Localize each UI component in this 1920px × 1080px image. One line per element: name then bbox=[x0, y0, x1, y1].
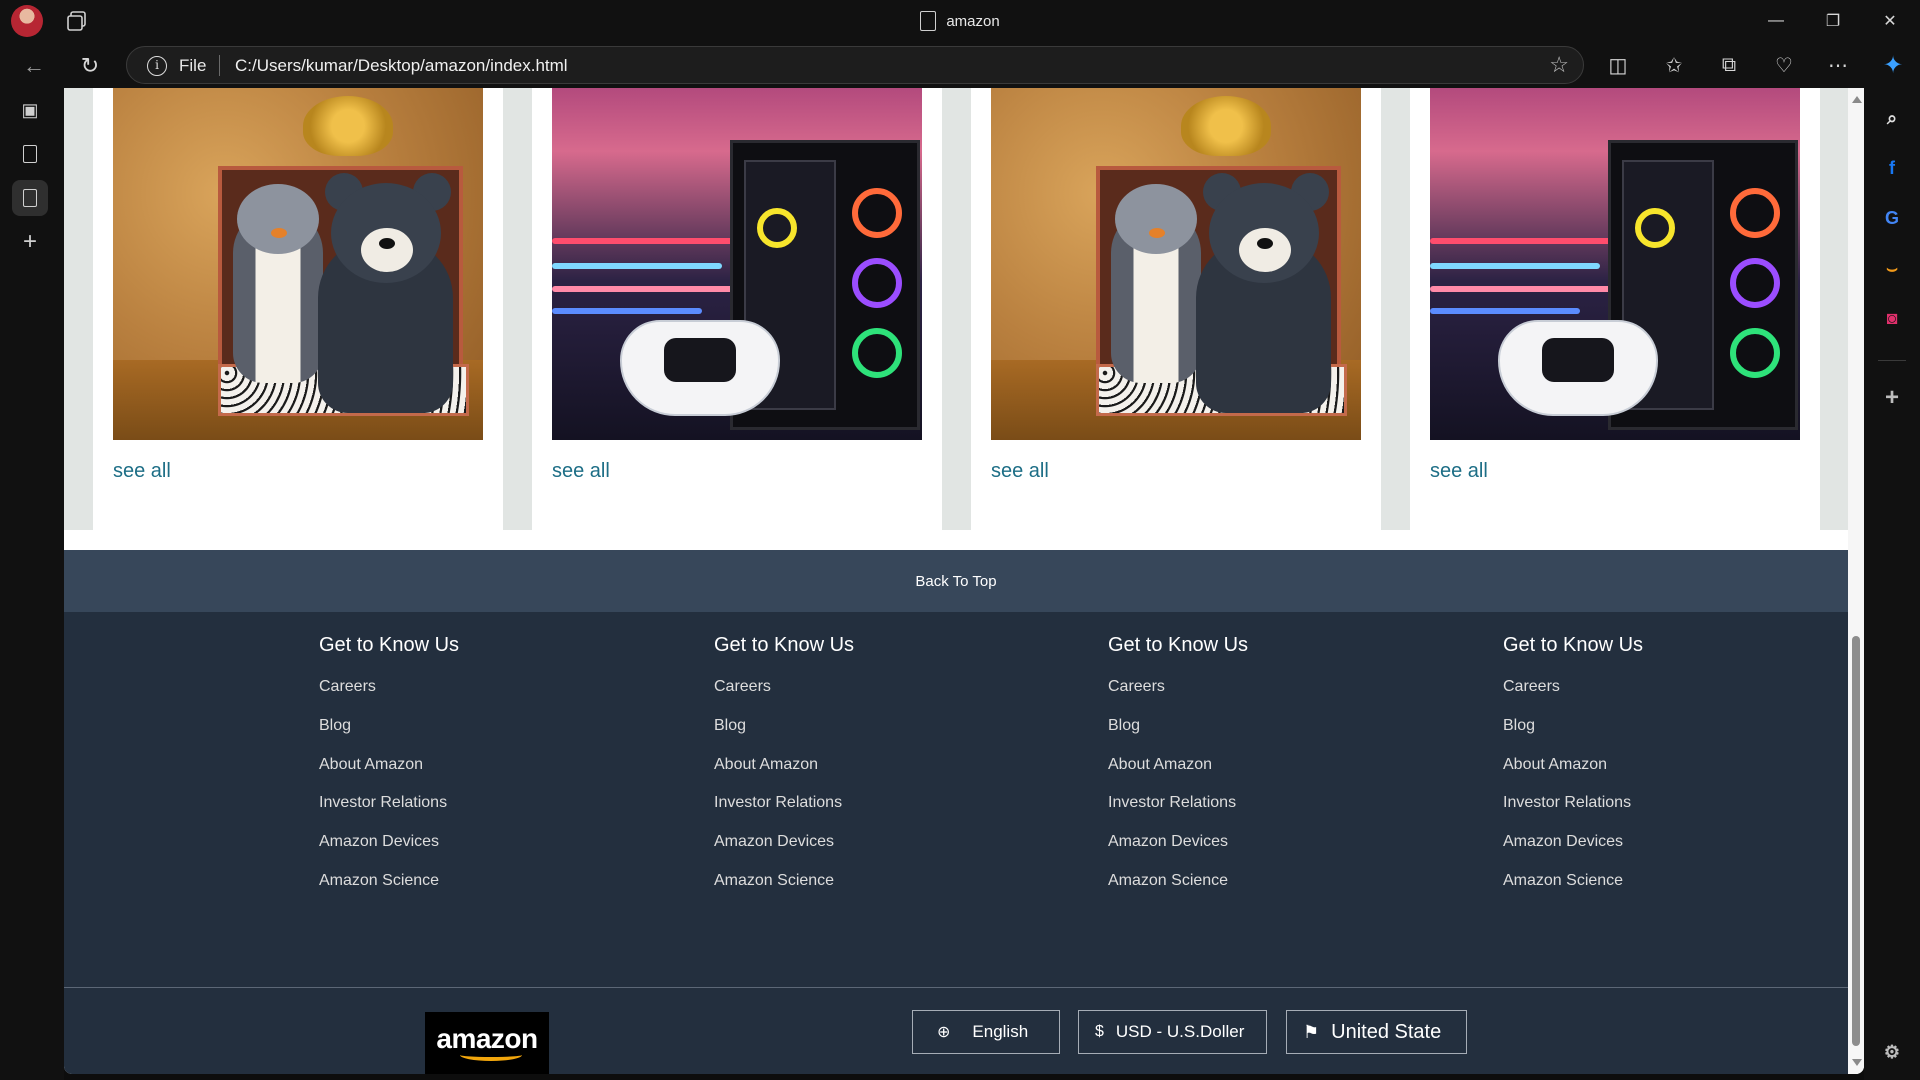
page-icon bbox=[920, 11, 937, 31]
footer-link-careers[interactable]: Careers bbox=[714, 678, 771, 696]
favorites-icon[interactable]: ✩ bbox=[1659, 50, 1689, 80]
close-window-button[interactable]: ✕ bbox=[1862, 0, 1918, 42]
footer-column-heading: Get to Know Us bbox=[319, 634, 460, 656]
product-card: see all bbox=[93, 88, 503, 530]
amazon-smile-icon bbox=[460, 1049, 522, 1061]
more-menu-icon[interactable]: ⋯ bbox=[1823, 50, 1853, 80]
product-card: see all bbox=[1410, 88, 1820, 530]
footer-link-investor-relations[interactable]: Investor Relations bbox=[319, 794, 447, 812]
address-scheme: File bbox=[179, 56, 207, 75]
footer-link-about-amazon[interactable]: About Amazon bbox=[1503, 756, 1607, 774]
currency-label: USD - U.S.Doller bbox=[1115, 1022, 1245, 1041]
see-all-link[interactable]: see all bbox=[113, 460, 171, 483]
footer-link-amazon-devices[interactable]: Amazon Devices bbox=[1108, 833, 1228, 851]
sidebar-settings-gear-icon[interactable]: ⚙ bbox=[1878, 1038, 1906, 1066]
product-card-strip: see all see all see all see all bbox=[64, 88, 1848, 530]
tab-actions-icon[interactable]: ▣ bbox=[12, 92, 48, 128]
site-info-icon[interactable]: i bbox=[147, 56, 167, 76]
collections-icon[interactable]: ⧉ bbox=[1714, 50, 1744, 80]
search-icon[interactable]: ⌕ bbox=[1878, 104, 1906, 132]
plush-toys-image[interactable] bbox=[113, 88, 483, 440]
google-icon[interactable]: G bbox=[1878, 204, 1906, 232]
facebook-icon[interactable]: f bbox=[1878, 154, 1906, 182]
footer-column-heading: Get to Know Us bbox=[1503, 634, 1644, 656]
footer-link-amazon-science[interactable]: Amazon Science bbox=[1503, 872, 1623, 890]
edge-sidebar: ⌕ f G ⌣ ◙ + ⚙ bbox=[1864, 88, 1920, 1080]
country-selector-button[interactable]: ⚑ United State bbox=[1286, 1010, 1467, 1054]
footer-column-heading: Get to Know Us bbox=[714, 634, 855, 656]
scroll-down-arrow-icon[interactable] bbox=[1852, 1059, 1862, 1066]
footer-link-about-amazon[interactable]: About Amazon bbox=[714, 756, 818, 774]
page-viewport: see all see all see all see all Back To … bbox=[64, 88, 1864, 1074]
page-scrollbar[interactable] bbox=[1848, 88, 1864, 1074]
restore-button[interactable]: ❐ bbox=[1805, 0, 1861, 42]
sidebar-divider bbox=[1878, 360, 1906, 361]
scroll-up-arrow-icon[interactable] bbox=[1852, 96, 1862, 103]
footer-link-about-amazon[interactable]: About Amazon bbox=[1108, 756, 1212, 774]
gaming-pc-image[interactable] bbox=[1430, 88, 1800, 440]
footer-link-careers[interactable]: Careers bbox=[1108, 678, 1165, 696]
footer-link-careers[interactable]: Careers bbox=[319, 678, 376, 696]
favorite-star-icon[interactable]: ☆ bbox=[1549, 52, 1569, 78]
browser-essentials-icon[interactable]: ♡ bbox=[1769, 50, 1799, 80]
footer-link-investor-relations[interactable]: Investor Relations bbox=[714, 794, 842, 812]
address-url[interactable]: C:/Users/kumar/Desktop/amazon/index.html bbox=[235, 56, 568, 76]
product-card: see all bbox=[532, 88, 942, 530]
footer-link-careers[interactable]: Careers bbox=[1503, 678, 1560, 696]
refresh-icon[interactable]: ↻ bbox=[74, 50, 106, 82]
active-tab[interactable]: amazon bbox=[0, 0, 1920, 42]
footer-column-heading: Get to Know Us bbox=[1108, 634, 1249, 656]
vertical-tabs-rail: ▣ + bbox=[0, 88, 64, 1080]
footer-link-amazon-devices[interactable]: Amazon Devices bbox=[714, 833, 834, 851]
amazon-icon[interactable]: ⌣ bbox=[1878, 254, 1906, 282]
footer-link-amazon-science[interactable]: Amazon Science bbox=[714, 872, 834, 890]
browser-titlebar: amazon — ❐ ✕ bbox=[0, 0, 1920, 42]
footer-link-investor-relations[interactable]: Investor Relations bbox=[1108, 794, 1236, 812]
language-label: English bbox=[972, 1022, 1029, 1041]
back-arrow-icon[interactable]: ← bbox=[18, 50, 50, 82]
country-label: United State bbox=[1331, 1020, 1442, 1043]
dollar-icon: $ bbox=[1095, 1023, 1104, 1040]
see-all-link[interactable]: see all bbox=[1430, 460, 1488, 483]
footer-divider bbox=[64, 987, 1848, 988]
footer-link-blog[interactable]: Blog bbox=[714, 717, 746, 735]
back-to-top-button[interactable]: Back To Top bbox=[64, 550, 1848, 612]
flag-icon: ⚑ bbox=[1303, 1021, 1320, 1042]
scroll-thumb[interactable] bbox=[1852, 636, 1860, 1046]
instagram-icon[interactable]: ◙ bbox=[1878, 304, 1906, 332]
globe-icon: ⊕ bbox=[937, 1024, 951, 1041]
split-screen-icon[interactable]: ◫ bbox=[1603, 50, 1633, 80]
gaming-pc-image[interactable] bbox=[552, 88, 922, 440]
page-content: see all see all see all see all Back To … bbox=[64, 88, 1848, 1074]
footer-link-blog[interactable]: Blog bbox=[1503, 717, 1535, 735]
tab-title: amazon bbox=[946, 12, 1000, 30]
tab-page-icon[interactable] bbox=[12, 136, 48, 172]
copilot-icon[interactable]: ✦ bbox=[1878, 50, 1908, 80]
see-all-link[interactable]: see all bbox=[991, 460, 1049, 483]
see-all-link[interactable]: see all bbox=[552, 460, 610, 483]
currency-selector-button[interactable]: $ USD - U.S.Doller bbox=[1078, 1010, 1267, 1054]
footer-link-about-amazon[interactable]: About Amazon bbox=[319, 756, 423, 774]
address-separator bbox=[219, 55, 220, 76]
product-card: see all bbox=[971, 88, 1381, 530]
footer: Get to Know Us Careers Blog About Amazon… bbox=[64, 612, 1848, 1074]
footer-link-blog[interactable]: Blog bbox=[319, 717, 351, 735]
add-sidebar-app-icon[interactable]: + bbox=[1878, 384, 1906, 412]
footer-link-investor-relations[interactable]: Investor Relations bbox=[1503, 794, 1631, 812]
footer-link-blog[interactable]: Blog bbox=[1108, 717, 1140, 735]
footer-link-amazon-science[interactable]: Amazon Science bbox=[1108, 872, 1228, 890]
footer-link-amazon-devices[interactable]: Amazon Devices bbox=[319, 833, 439, 851]
footer-link-amazon-devices[interactable]: Amazon Devices bbox=[1503, 833, 1623, 851]
new-tab-plus-icon[interactable]: + bbox=[12, 224, 48, 260]
minimize-button[interactable]: — bbox=[1748, 0, 1804, 42]
language-selector-button[interactable]: ⊕ English bbox=[912, 1010, 1060, 1054]
plush-toys-image[interactable] bbox=[991, 88, 1361, 440]
amazon-logo[interactable]: amazon bbox=[425, 1012, 549, 1074]
tab-page-active-icon[interactable] bbox=[12, 180, 48, 216]
footer-link-amazon-science[interactable]: Amazon Science bbox=[319, 872, 439, 890]
address-bar[interactable]: i File C:/Users/kumar/Desktop/amazon/ind… bbox=[126, 46, 1584, 84]
